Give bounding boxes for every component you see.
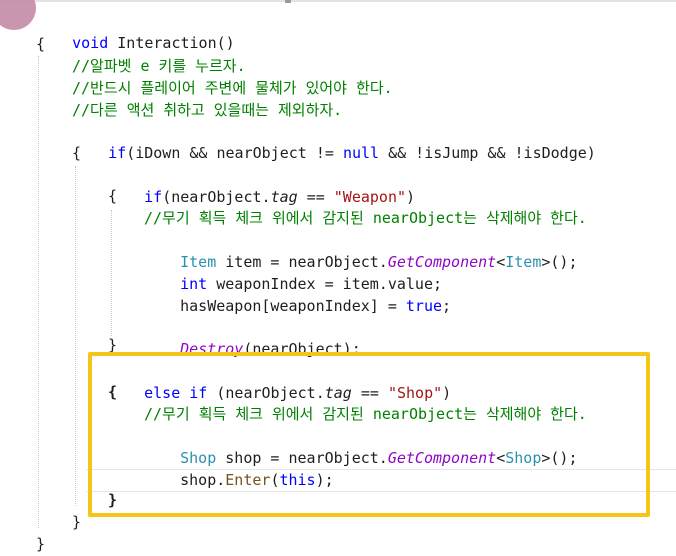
comment: //다른 액션 취하고 있을때는 제외하자. <box>72 101 343 119</box>
code-line-11[interactable]: Item item = nearObject.GetComponent<Item… <box>144 229 577 271</box>
property-tag: tag <box>270 188 298 206</box>
keyword-if: if <box>108 144 127 162</box>
indent-guide <box>38 56 39 528</box>
indent-guide <box>75 166 76 506</box>
brace-close: } <box>72 513 82 531</box>
code-line-3[interactable]: //알파벳 e 키를 누르자. <box>72 55 246 77</box>
brace-open: { <box>108 187 118 205</box>
string-literal: "Weapon" <box>333 188 407 206</box>
brace-open: { <box>36 35 46 53</box>
keyword-if: if <box>144 188 163 206</box>
cursor-indicator <box>0 0 36 30</box>
type-item: Item <box>505 253 542 271</box>
code-text: ) <box>406 188 416 206</box>
editor-top-border <box>0 0 676 2</box>
code-line-10[interactable]: //무기 획득 체크 위에서 감지된 nearObject는 삭제해야 한다. <box>144 207 587 229</box>
code-line-13[interactable]: hasWeapon[weaponIndex] = true; <box>144 273 451 315</box>
comment: //반드시 플레이어 주변에 물체가 있어야 한다. <box>72 79 393 97</box>
code-text: < <box>496 253 506 271</box>
code-text: (nearObject. <box>162 188 271 206</box>
code-line-24[interactable]: } <box>72 511 81 533</box>
comment: //무기 획득 체크 위에서 감지된 nearObject는 삭제해야 한다. <box>144 209 587 227</box>
code-line-8[interactable]: if(nearObject.tag == "Weapon") <box>108 164 415 206</box>
code-line-2[interactable]: { <box>36 33 45 55</box>
code-line-6[interactable]: if(iDown && nearObject != null && !isJum… <box>72 120 596 162</box>
code-editor[interactable]: void Interaction() { //알파벳 e 키를 누르자. //반… <box>0 0 676 556</box>
keyword-null: null <box>342 144 380 162</box>
scroll-marker <box>285 0 291 3</box>
code-text: >(); <box>541 253 578 271</box>
code-line-15[interactable]: Destroy(nearObject); <box>144 316 361 358</box>
code-text: ; <box>442 297 452 315</box>
code-line-12[interactable]: int weaponIndex = item.value; <box>144 251 442 293</box>
code-text: && !isJump && !isDodge) <box>379 144 596 162</box>
brace-open: { <box>72 144 82 162</box>
code-line-5[interactable]: //다른 액션 취하고 있을때는 제외하자. <box>72 99 342 121</box>
keyword-void: void <box>72 34 109 52</box>
comment: //알파벳 e 키를 누르자. <box>72 57 246 75</box>
keyword-true: true <box>405 297 443 315</box>
code-line-1[interactable]: void Interaction() <box>36 10 235 52</box>
code-line-25[interactable]: } <box>36 533 45 555</box>
code-text: == <box>297 188 334 206</box>
code-line-9[interactable]: { <box>108 185 117 207</box>
highlight-box <box>88 352 650 517</box>
method-name: Interaction() <box>108 34 235 52</box>
code-line-7[interactable]: { <box>72 142 81 164</box>
brace-close: } <box>36 535 46 553</box>
code-text: hasWeapon[weaponIndex] = <box>180 297 406 315</box>
code-line-4[interactable]: //반드시 플레이어 주변에 물체가 있어야 한다. <box>72 77 393 99</box>
code-text: (iDown && nearObject != <box>126 144 343 162</box>
